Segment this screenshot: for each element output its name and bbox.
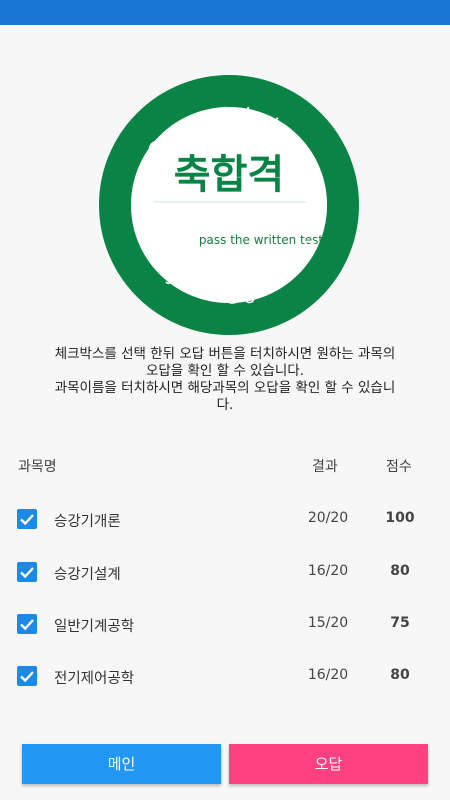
wrong-answers-button[interactable]: 오답 xyxy=(229,744,428,784)
table-row: 전기제어공학 16/20 80 xyxy=(0,662,450,692)
subject-score: 80 xyxy=(390,667,410,683)
instruction-message: 체크박스를 선택 한뒤 오답 버튼을 터치하시면 원하는 과목의 오답을 확인 … xyxy=(20,346,430,414)
subject-result: 15/20 xyxy=(307,615,349,631)
subject-name[interactable]: 일반기계공학 xyxy=(54,615,134,636)
header-subject: 과목명 xyxy=(18,459,57,475)
congratulations-badge: Congratulations 축합격 pass the written tes… xyxy=(98,74,360,336)
subject-name[interactable]: 승강기설계 xyxy=(54,563,121,584)
subject-score: 100 xyxy=(385,510,415,526)
table-row: 일반기계공학 15/20 75 xyxy=(0,610,450,640)
subject-checkbox[interactable] xyxy=(17,509,37,529)
subject-name[interactable]: 전기제어공학 xyxy=(54,667,134,688)
checkmark-icon xyxy=(20,514,34,526)
message-line: 과목이름을 터치하시면 해당과목의 오답을 확인 할 수 있습니 xyxy=(54,380,396,396)
table-row: 승강기개론 20/20 100 xyxy=(0,505,450,535)
subject-checkbox[interactable] xyxy=(17,666,37,686)
main-button[interactable]: 메인 xyxy=(22,744,221,784)
status-bar xyxy=(0,0,450,25)
subject-result: 16/20 xyxy=(307,667,349,683)
header-result: 결과 xyxy=(312,459,338,475)
message-line: 오답을 확인 할 수 있습니다. xyxy=(145,363,305,379)
header-score: 점수 xyxy=(386,459,412,475)
subject-score: 75 xyxy=(390,615,410,631)
badge-graphic: Congratulations 축합격 pass the written tes… xyxy=(99,75,359,335)
subject-result: 20/20 xyxy=(307,510,349,526)
table-header: 과목명 결과 점수 xyxy=(0,456,450,478)
checkmark-icon xyxy=(20,671,34,683)
subject-checkbox[interactable] xyxy=(17,562,37,582)
subject-name[interactable]: 승강기개론 xyxy=(54,510,121,531)
message-line: 체크박스를 선택 한뒤 오답 버튼을 터치하시면 원하는 과목의 xyxy=(54,346,396,362)
checkmark-icon xyxy=(20,567,34,579)
message-line: 다. xyxy=(216,397,234,413)
subject-checkbox[interactable] xyxy=(17,614,37,634)
table-row: 승강기설계 16/20 80 xyxy=(0,558,450,588)
badge-center-text: 축합격 xyxy=(174,152,284,198)
subject-score: 80 xyxy=(390,563,410,579)
checkmark-icon xyxy=(20,619,34,631)
subject-result: 16/20 xyxy=(307,563,349,579)
